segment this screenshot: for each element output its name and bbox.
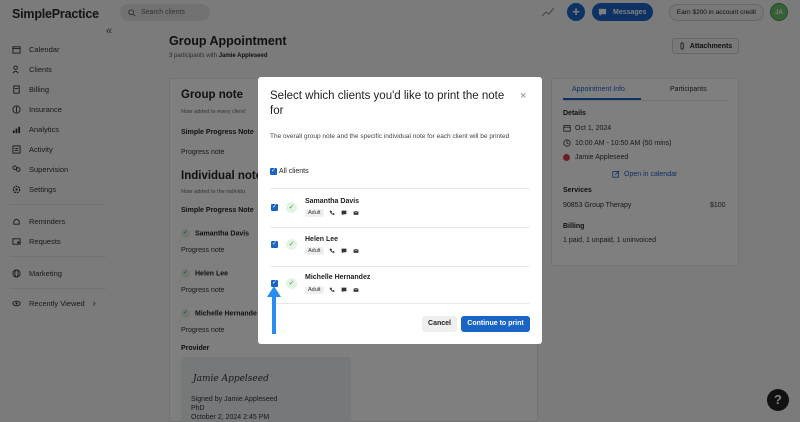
client-name: Samantha Davis (305, 198, 360, 205)
client-meta: Adult (305, 247, 365, 255)
client-meta: Adult (305, 209, 365, 217)
check-icon: ✓ (286, 278, 297, 289)
modal-title: Select which clients you'd like to print… (270, 90, 505, 117)
message-icon[interactable] (341, 248, 347, 254)
email-icon[interactable] (353, 210, 359, 216)
check-icon: ✓ (286, 239, 297, 250)
email-icon[interactable] (353, 287, 359, 293)
modal-description: The overall group note and the specific … (270, 133, 510, 140)
phone-icon[interactable] (329, 248, 335, 254)
client-type-badge: Adult (305, 286, 324, 294)
print-note-modal: Select which clients you'd like to print… (258, 77, 542, 344)
client-name: Helen Lee (305, 236, 339, 243)
close-icon[interactable]: × (520, 90, 526, 102)
client-type-badge: Adult (305, 209, 324, 217)
divider (270, 188, 530, 189)
all-clients-label: All clients (279, 168, 309, 175)
arrow-up-icon (267, 286, 281, 334)
client-checkbox[interactable]: ✓ (271, 204, 278, 211)
cancel-button[interactable]: Cancel (422, 316, 457, 332)
client-type-badge: Adult (305, 247, 324, 255)
divider (270, 266, 530, 267)
divider (270, 227, 530, 228)
client-checkbox[interactable]: ✓ (271, 241, 278, 248)
client-meta: Adult (305, 286, 365, 294)
client-name: Michelle Hernandez (305, 274, 371, 281)
email-icon[interactable] (353, 248, 359, 254)
phone-icon[interactable] (329, 287, 335, 293)
message-icon[interactable] (341, 210, 347, 216)
check-icon: ✓ (286, 202, 297, 213)
divider (270, 303, 530, 304)
continue-to-print-button[interactable]: Continue to print (461, 316, 530, 332)
all-clients-checkbox[interactable]: ✓ (270, 168, 277, 175)
message-icon[interactable] (341, 287, 347, 293)
phone-icon[interactable] (329, 210, 335, 216)
